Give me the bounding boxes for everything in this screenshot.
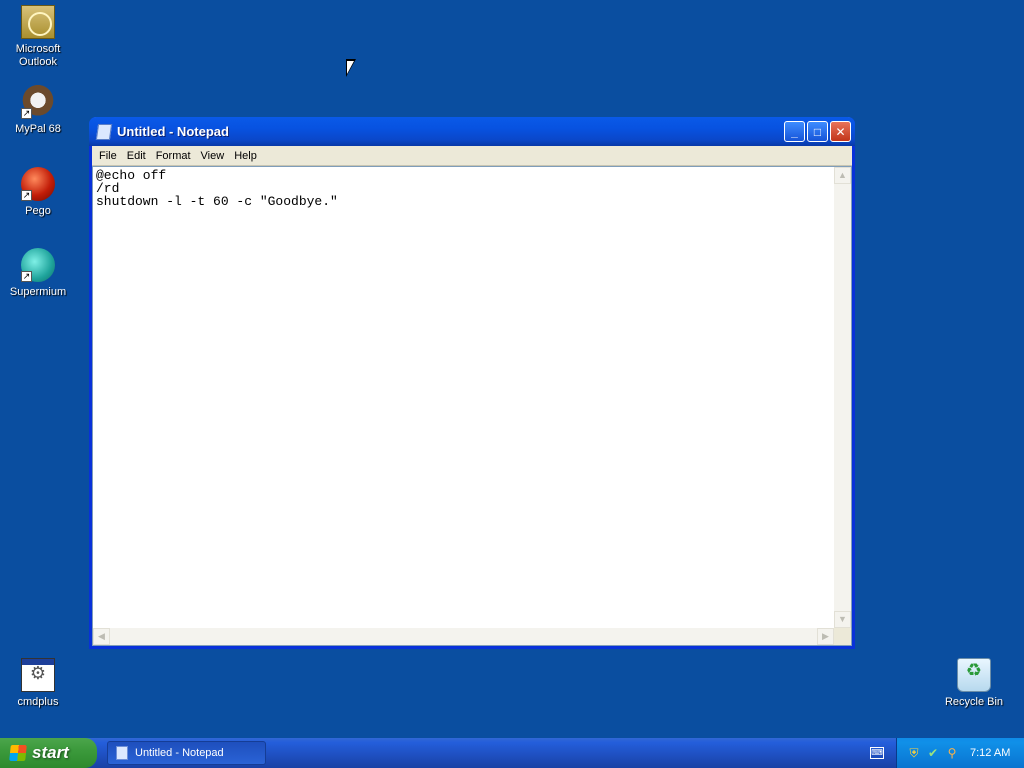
desktop-icon-mypal[interactable]: ↗ MyPal 68 [0,85,76,136]
desktop-icon-label: Microsoft Outlook [15,43,61,68]
menu-edit[interactable]: Edit [122,148,151,164]
desktop-icon-label: Recycle Bin [944,696,1004,708]
search-icon[interactable]: ⚲ [945,746,959,760]
notepad-window[interactable]: Untitled - Notepad _ □ ✕ File Edit Forma… [89,117,855,649]
mouse-pointer-icon [346,59,356,77]
resize-grip[interactable] [834,628,851,645]
supermium-icon: ↗ [21,248,55,282]
minimize-button[interactable]: _ [784,121,805,142]
notepad-icon [116,746,128,760]
scroll-down-button[interactable]: ▼ [834,611,851,628]
shortcut-arrow-icon: ↗ [21,271,32,282]
close-button[interactable]: ✕ [830,121,851,142]
cmdplus-icon [21,658,55,692]
desktop-icon-recycle-bin[interactable]: Recycle Bin [936,658,1012,709]
taskbar: start Untitled - Notepad ⌨ ⛨ ✔ ⚲ 7:12 AM [0,738,1024,768]
recycle-bin-icon [957,658,991,692]
window-titlebar[interactable]: Untitled - Notepad _ □ ✕ [89,117,855,146]
maximize-button[interactable]: □ [807,121,828,142]
taskbar-item-label: Untitled - Notepad [135,747,224,759]
desktop-icon-label: cmdplus [17,696,59,708]
text-editor[interactable]: @echo off /rd shutdown -l -t 60 -c "Good… [92,166,852,646]
desktop-icon-label: Pego [25,205,51,217]
start-label: start [32,743,69,762]
security-shield-icon[interactable]: ⛨ [907,746,921,760]
desktop-icon-outlook[interactable]: Microsoft Outlook [0,5,76,69]
window-title: Untitled - Notepad [117,124,229,139]
vertical-scrollbar[interactable]: ▲ ▼ [834,167,851,628]
keyboard-icon[interactable]: ⌨ [870,747,884,759]
menu-bar: File Edit Format View Help [92,146,852,166]
desktop-icon-label: Supermium [9,286,67,298]
menu-file[interactable]: File [94,148,122,164]
outlook-icon [21,5,55,39]
taskbar-item-notepad[interactable]: Untitled - Notepad [107,741,266,765]
network-icon[interactable]: ✔ [926,746,940,760]
desktop-icon-supermium[interactable]: ↗ Supermium [0,248,76,299]
windows-flag-icon [9,745,27,761]
notepad-icon [95,123,113,140]
mypal-icon: ↗ [21,85,55,119]
scroll-up-button[interactable]: ▲ [834,167,851,184]
clock[interactable]: 7:12 AM [970,747,1010,759]
desktop-icon-label: MyPal 68 [15,123,61,135]
menu-help[interactable]: Help [229,148,262,164]
horizontal-scrollbar[interactable]: ◀ ▶ [93,628,834,645]
scroll-left-button[interactable]: ◀ [93,628,110,645]
editor-text[interactable]: @echo off /rd shutdown -l -t 60 -c "Good… [96,169,833,627]
desktop-icon-pego[interactable]: ↗ Pego [0,167,76,218]
shortcut-arrow-icon: ↗ [21,190,32,201]
system-tray: ⛨ ✔ ⚲ 7:12 AM [896,738,1024,768]
menu-format[interactable]: Format [151,148,196,164]
start-button[interactable]: start [0,738,97,768]
scroll-right-button[interactable]: ▶ [817,628,834,645]
menu-view[interactable]: View [196,148,230,164]
desktop-icon-cmdplus[interactable]: cmdplus [0,658,76,709]
pego-icon: ↗ [21,167,55,201]
shortcut-arrow-icon: ↗ [21,108,32,119]
